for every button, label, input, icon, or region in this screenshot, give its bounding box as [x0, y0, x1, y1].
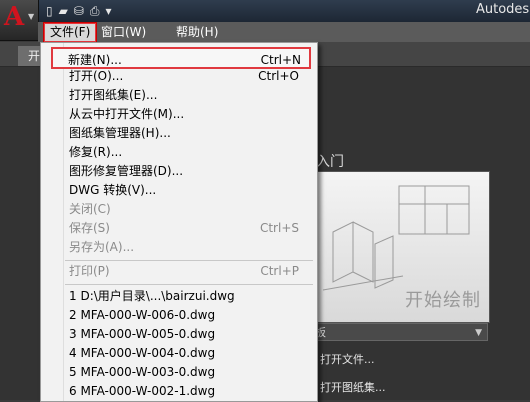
recent-file-item[interactable]: 6 MFA-000-W-002-1.dwg: [69, 382, 313, 401]
menu-item-shortcut: Ctrl+P: [260, 264, 299, 278]
preview-caption: 开始绘制: [405, 290, 481, 311]
open-files-link[interactable]: 打开文件...: [320, 351, 375, 367]
menu-item-label: 3 MFA-000-W-005-0.dwg: [69, 327, 216, 341]
menu-item-label: 关闭(C): [69, 202, 111, 216]
menu-item-print[interactable]: 打印(P) Ctrl+P: [69, 262, 313, 281]
menu-item-label: 另存为(A)...: [69, 240, 135, 254]
menu-item-label: 打印(P): [69, 264, 110, 278]
template-select[interactable]: 板 ▼: [312, 323, 488, 341]
menu-item-label: 打开图纸集(E)...: [69, 88, 158, 102]
recent-file-item[interactable]: 2 MFA-000-W-006-0.dwg: [69, 306, 313, 325]
menu-item-label: 2 MFA-000-W-006-0.dwg: [69, 308, 216, 322]
new-document-icon[interactable]: ▯: [46, 4, 53, 18]
autocad-logo-icon: A: [4, 2, 25, 32]
chevron-down-icon[interactable]: ▾: [106, 4, 112, 18]
menu-item-open-from-cloud[interactable]: 从云中打开文件(M)...: [69, 105, 313, 124]
save-icon[interactable]: ⛁: [74, 4, 84, 18]
menu-item-save[interactable]: 保存(S) Ctrl+S: [69, 219, 313, 238]
title-bar: ▯ ▰ ⛁ ⎙ ▾ Autodes: [0, 0, 530, 22]
menu-item-open-sheetset[interactable]: 打开图纸集(E)...: [69, 86, 313, 105]
menu-item-sheetset-manager[interactable]: 图纸集管理器(H)...: [69, 124, 313, 143]
menu-item-save-as[interactable]: 另存为(A)...: [69, 238, 313, 257]
menu-item-label: 保存(S): [69, 221, 110, 235]
menu-file[interactable]: 文件(F): [42, 22, 98, 43]
menu-item-label: 5 MFA-000-W-003-0.dwg: [69, 365, 216, 379]
chevron-down-icon: ▼: [475, 328, 482, 338]
menu-item-label: 修复(R)...: [69, 145, 123, 159]
start-drawing-preview[interactable]: 开始绘制: [312, 171, 490, 323]
menu-bar: 文件(F) 窗口(W) 帮助(H): [38, 22, 530, 43]
menu-item-label: DWG 转换(V)...: [69, 183, 157, 197]
menu-item-label: 图纸集管理器(H)...: [69, 126, 171, 140]
plot-icon[interactable]: ⎙: [90, 4, 100, 18]
menu-separator: [65, 284, 313, 285]
menu-item-drawing-recovery-manager[interactable]: 图形修复管理器(D)...: [69, 162, 313, 181]
menu-item-label: 4 MFA-000-W-004-0.dwg: [69, 346, 216, 360]
menu-item-label: 打开(O)...: [69, 69, 124, 83]
menu-item-recover[interactable]: 修复(R)...: [69, 143, 313, 162]
recent-file-item[interactable]: 4 MFA-000-W-004-0.dwg: [69, 344, 313, 363]
menu-item-label: 6 MFA-000-W-002-1.dwg: [69, 384, 216, 398]
application-menu-button[interactable]: A ▼: [0, 0, 39, 41]
menu-help[interactable]: 帮助(H): [172, 22, 222, 42]
chevron-down-icon: ▼: [28, 12, 35, 21]
menu-item-label: 从云中打开文件(M)...: [69, 107, 185, 121]
menu-gutter: [63, 43, 64, 401]
open-sheetset-link[interactable]: 打开图纸集...: [320, 379, 386, 395]
recent-file-item[interactable]: 1 D:\用户目录\...\bairzui.dwg: [69, 287, 313, 306]
window-title: Autodes: [476, 2, 530, 17]
menu-item-shortcut: Ctrl+O: [258, 69, 299, 83]
menu-window[interactable]: 窗口(W): [97, 22, 150, 42]
recent-file-item[interactable]: 5 MFA-000-W-003-0.dwg: [69, 363, 313, 382]
quick-access-toolbar: ▯ ▰ ⛁ ⎙ ▾: [46, 3, 112, 19]
menu-item-open[interactable]: 打开(O)... Ctrl+O: [69, 67, 313, 86]
menu-item-label: 图形修复管理器(D)...: [69, 164, 184, 178]
intro-heading: 入门: [316, 154, 344, 170]
menu-item-label: 1 D:\用户目录\...\bairzui.dwg: [69, 289, 235, 303]
open-folder-icon[interactable]: ▰: [59, 4, 68, 18]
menu-item-shortcut: Ctrl+S: [259, 221, 299, 235]
file-menu-dropdown: 新建(N)... Ctrl+N 打开(O)... Ctrl+O 打开图纸集(E)…: [40, 42, 318, 402]
recent-file-item[interactable]: 3 MFA-000-W-005-0.dwg: [69, 325, 313, 344]
menu-item-dwg-convert[interactable]: DWG 转换(V)...: [69, 181, 313, 200]
menu-item-new[interactable]: 新建(N)... Ctrl+N: [51, 47, 311, 69]
menu-separator: [65, 260, 313, 261]
menu-item-close[interactable]: 关闭(C): [69, 200, 313, 219]
